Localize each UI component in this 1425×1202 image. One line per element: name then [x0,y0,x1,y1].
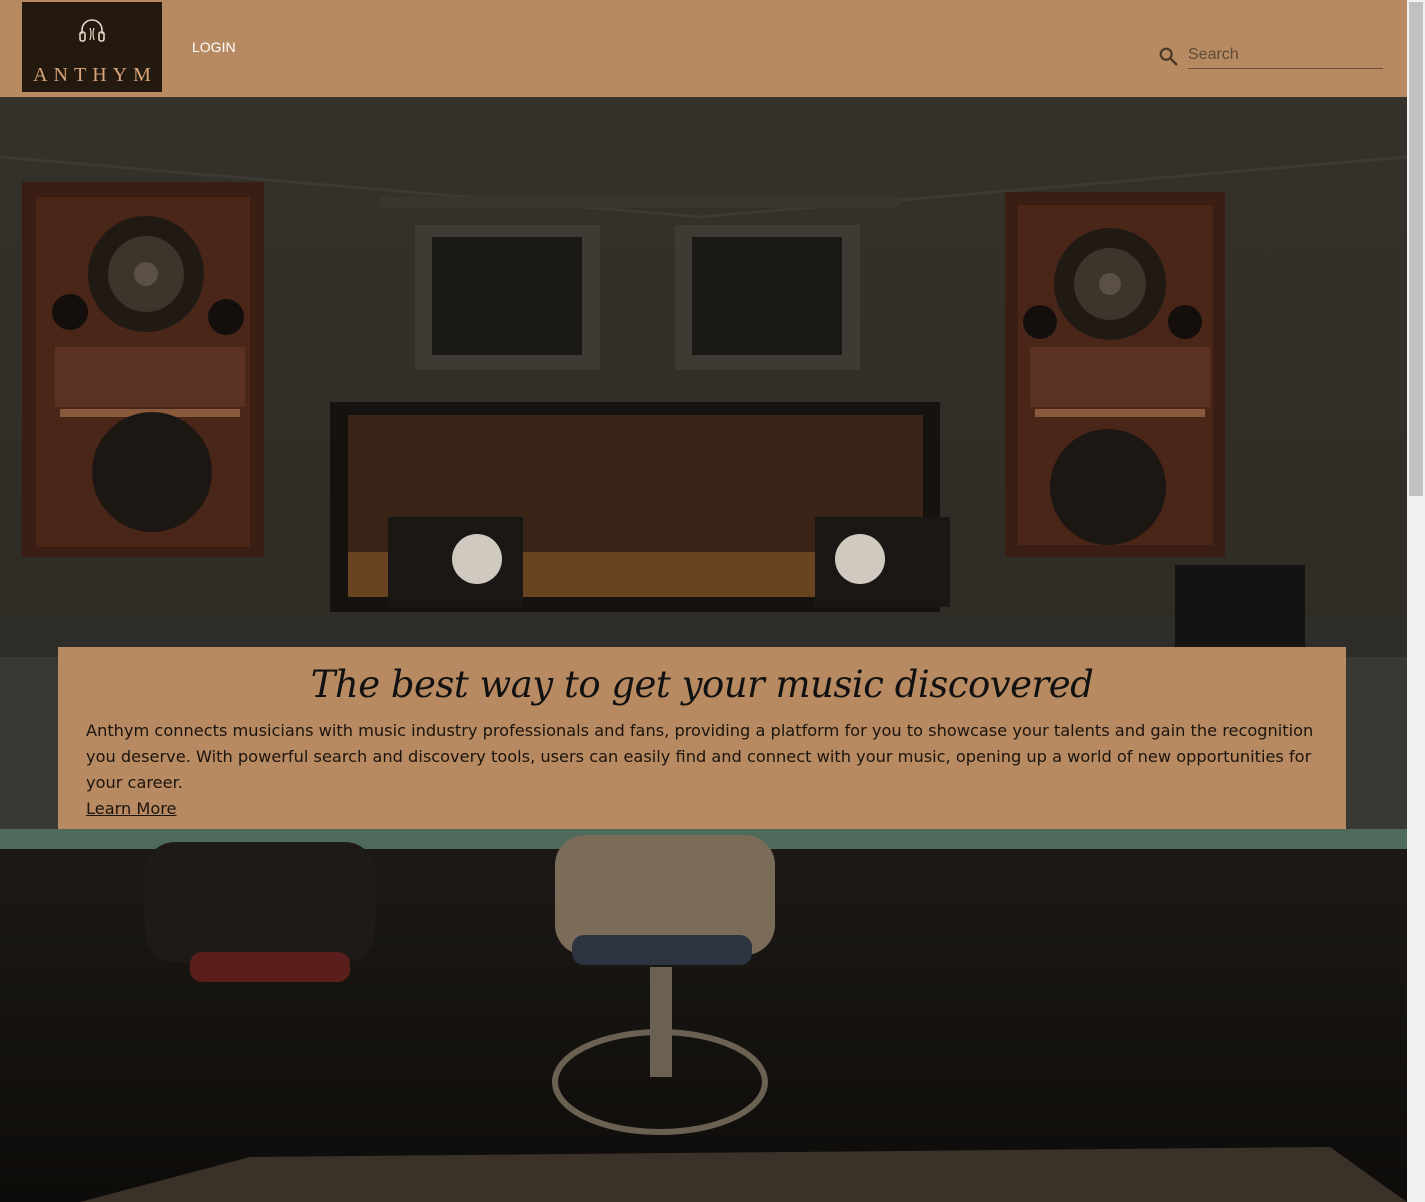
hero-title: The best way to get your music discovere… [310,663,1094,706]
scrollbar-thumb[interactable] [1409,2,1423,496]
top-navbar: ANTHYM LOGIN [0,0,1407,97]
search-box [1155,42,1383,72]
hero-description: Anthym connects musicians with music ind… [86,718,1318,822]
hero-body-text: Anthym connects musicians with music ind… [86,721,1314,792]
brand-logo[interactable]: ANTHYM [22,2,162,92]
logo-wordmark: ANTHYM [33,64,157,86]
search-input[interactable] [1188,42,1383,69]
learn-more-link[interactable]: Learn More [86,799,177,818]
hero-card: The best way to get your music discovere… [58,647,1346,829]
headphones-icon [79,19,105,42]
login-link[interactable]: LOGIN [192,39,236,55]
search-icon [1159,47,1178,66]
